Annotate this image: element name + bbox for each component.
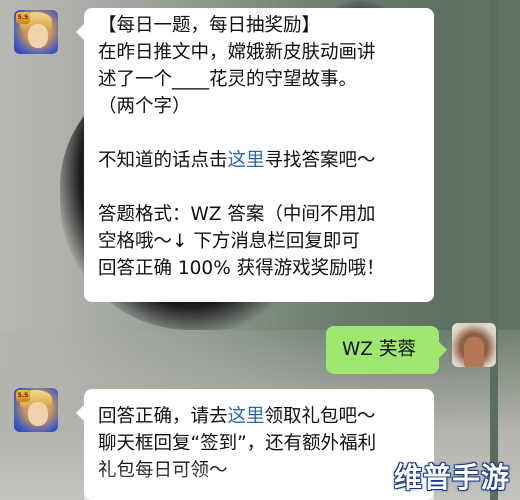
message-bubble-answer[interactable]: WZ 芙蓉 — [326, 326, 447, 374]
avatar-face — [28, 402, 48, 426]
official-avatar-icon[interactable]: 5.5 — [14, 10, 58, 54]
avatar-face — [28, 24, 48, 48]
message-line: 在昨日推文中，嫦娥新皮肤动画讲 — [98, 42, 376, 63]
message-line: 回答正确 100% 获得游戏奖励哦！ — [98, 258, 385, 279]
avatar-badge: 5.5 — [16, 390, 30, 402]
message-text: 寻找答案吧～ — [264, 150, 376, 171]
gift-link[interactable]: 这里 — [228, 406, 265, 427]
message-line-with-link: 不知道的话点击这里寻找答案吧～ — [98, 147, 424, 174]
message-line: （两个字） — [98, 96, 191, 117]
answer-link[interactable]: 这里 — [228, 150, 265, 171]
avatar-figure — [464, 337, 484, 367]
message-line: 答题格式：WZ 答案（中间不用加 — [98, 204, 376, 225]
message-line: 【每日一题，每日抽奖励】 — [98, 15, 321, 36]
message-line: 空格哦～↓ 下方消息栏回复即可 — [98, 231, 360, 252]
message-line: 聊天框回复“签到”，还有额外福利 — [98, 433, 377, 454]
message-bubble-question[interactable]: 【每日一题，每日抽奖励】 在昨日推文中，嫦娥新皮肤动画讲 述了一个____花灵的… — [76, 8, 434, 302]
message-line: WZ 芙蓉 — [342, 339, 416, 360]
message-text: 回答正确，请去 — [98, 406, 228, 427]
official-avatar-icon[interactable]: 5.5 — [14, 388, 58, 432]
message-text: 不知道的话点击 — [98, 150, 228, 171]
message-line-with-link: 回答正确，请去这里领取礼包吧～ — [98, 403, 424, 430]
avatar-badge: 5.5 — [16, 12, 30, 24]
background-pole — [490, 0, 498, 500]
watermark-logo: 维普手游网 — [393, 461, 510, 494]
message-bubble-reply[interactable]: 回答正确，请去这里领取礼包吧～ 聊天框回复“签到”，还有额外福利 礼包每日可领～ — [76, 389, 434, 500]
message-text: 领取礼包吧～ — [264, 406, 376, 427]
user-avatar-icon[interactable] — [452, 323, 496, 367]
message-line: 礼包每日可领～ — [98, 460, 228, 481]
message-line: 述了一个____花灵的守望故事。 — [98, 69, 358, 90]
